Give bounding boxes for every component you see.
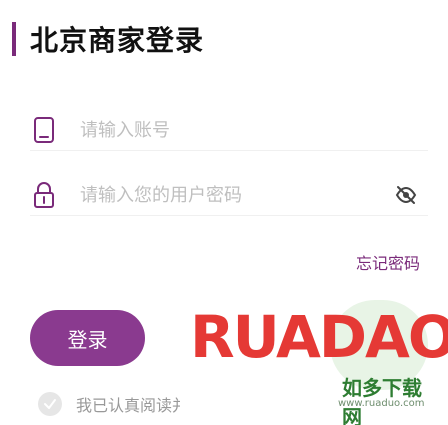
title-accent-bar [12, 22, 16, 56]
account-row [30, 110, 428, 151]
password-input[interactable] [78, 183, 394, 207]
forgot-password-link[interactable]: 忘记密码 [356, 250, 420, 274]
page-header: 北京商家登录 [12, 22, 205, 57]
watermark-site-url: www.ruaduo.com [338, 398, 425, 409]
phone-icon [30, 116, 58, 144]
login-button[interactable]: 登录 [30, 310, 145, 366]
eye-off-icon[interactable] [394, 183, 418, 207]
watermark-overlay: RUADAO 如多下载网 www.ruaduo.com [180, 300, 448, 425]
agreement-text: 我已认真阅读并 [76, 396, 189, 415]
login-page: 北京商家登录 忘记密码 登录 [0, 0, 448, 425]
password-row [30, 175, 428, 216]
agreement-row: 我已认真阅读并 [38, 392, 188, 416]
lock-icon [30, 181, 58, 209]
check-circle-icon[interactable] [38, 392, 62, 416]
account-input[interactable] [78, 118, 428, 142]
watermark-brand: RUADAO [190, 303, 448, 371]
page-title: 北京商家登录 [30, 24, 205, 57]
